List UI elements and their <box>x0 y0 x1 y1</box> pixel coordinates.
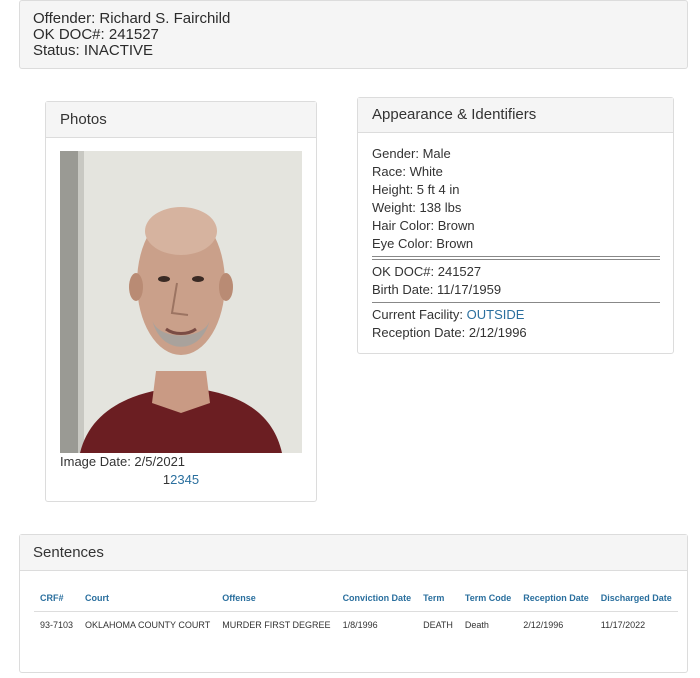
offender-photo <box>60 151 302 453</box>
offender-name: Offender: Richard S. Fairchild <box>33 10 231 27</box>
col-term-code[interactable]: Term Code <box>458 585 518 612</box>
sentences-panel: Sentences CRF# Court Offense Conviction … <box>19 534 688 673</box>
photos-panel-title: Photos <box>46 102 316 138</box>
appearance-panel: Appearance & Identifiers Gender: Male Ra… <box>357 97 674 354</box>
reception-date: Reception Date: 2/12/1996 <box>372 325 527 340</box>
col-discharged-date[interactable]: Discharged Date <box>594 585 678 612</box>
cell-term: DEATH <box>423 620 453 630</box>
cell-crf: 93-7103 <box>40 620 74 630</box>
offender-header: Offender: Richard S. Fairchild OK DOC#: … <box>19 0 688 69</box>
table-row: 93-7103 OKLAHOMA COUNTY COURT MURDER FIR… <box>34 612 678 639</box>
appearance-details: Gender: Male Race: White Height: 5 ft 4 … <box>372 145 660 342</box>
photo-page-3[interactable]: 3 <box>177 472 184 487</box>
birth-date: Birth Date: 11/17/1959 <box>372 282 502 297</box>
weight: Weight: 138 lbs <box>372 200 462 215</box>
photo-page-4[interactable]: 4 <box>185 472 192 487</box>
col-offense[interactable]: Offense <box>216 585 337 612</box>
cell-court: OKLAHOMA COUNTY COURT <box>85 620 211 630</box>
col-term[interactable]: Term <box>417 585 459 612</box>
photo-pager: 12345 <box>46 472 316 487</box>
cell-offense: MURDER FIRST DEGREE <box>222 620 331 630</box>
photo-page-5[interactable]: 5 <box>192 472 199 487</box>
gender: Gender: Male <box>372 146 451 161</box>
cell-discharged-date: 11/17/2022 <box>600 620 646 630</box>
photos-panel: Photos Image Date: 2/5/2021 12345 <box>45 101 317 502</box>
col-court[interactable]: Court <box>79 585 217 612</box>
col-reception-date[interactable]: Reception Date <box>517 585 595 612</box>
sentences-panel-title: Sentences <box>20 535 687 571</box>
current-facility: Current Facility: OUTSIDE <box>372 306 660 324</box>
offender-doc-number: OK DOC#: 241527 <box>33 26 159 43</box>
doc-number: OK DOC#: 241527 <box>372 264 482 279</box>
current-facility-link[interactable]: OUTSIDE <box>467 307 525 322</box>
divider <box>372 302 660 303</box>
sentences-table: CRF# Court Offense Conviction Date Term … <box>34 585 678 638</box>
image-date: Image Date: 2/5/2021 <box>60 454 186 469</box>
cell-conviction-date: 1/8/1996 <box>342 620 378 630</box>
cell-reception-date: 2/12/1996 <box>523 620 564 630</box>
table-header-row: CRF# Court Offense Conviction Date Term … <box>34 585 678 612</box>
hair-color: Hair Color: Brown <box>372 218 475 233</box>
current-facility-label: Current Facility: <box>372 307 467 322</box>
height: Height: 5 ft 4 in <box>372 182 460 197</box>
divider-double <box>372 256 660 260</box>
col-conviction-date[interactable]: Conviction Date <box>336 585 418 612</box>
eye-color: Eye Color: Brown <box>372 236 474 251</box>
race: Race: White <box>372 164 443 179</box>
appearance-panel-title: Appearance & Identifiers <box>358 98 673 133</box>
cell-term-code: Death <box>464 620 489 630</box>
col-crf[interactable]: CRF# <box>34 585 80 612</box>
offender-status: Status: INACTIVE <box>33 42 154 59</box>
